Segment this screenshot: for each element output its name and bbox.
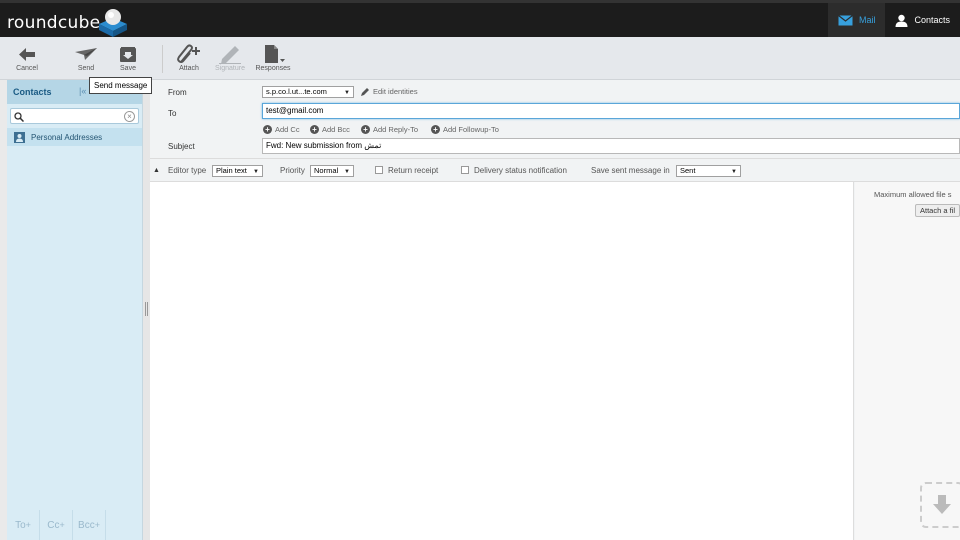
mail-icon [838, 14, 853, 25]
plus-icon: + [431, 125, 440, 134]
add-bcc-link-label: Add Bcc [322, 125, 350, 134]
edit-identities-link[interactable]: Edit identities [361, 87, 418, 96]
nav-mail[interactable]: Mail [827, 3, 886, 37]
add-bcc-link[interactable]: + Add Bcc [310, 125, 350, 134]
clear-search-icon[interactable]: × [124, 111, 135, 122]
collapse-icon[interactable]: |« [79, 86, 86, 96]
editor-type-label: Editor type [168, 166, 207, 175]
responses-icon [265, 45, 285, 63]
addressbook-personal[interactable]: Personal Addresses [7, 128, 142, 146]
edit-identities-label: Edit identities [373, 87, 418, 96]
subject-value: Fwd: New submission from تمش [266, 141, 382, 150]
add-bcc-label: Bcc [78, 519, 95, 531]
nav-mail-label: Mail [858, 15, 876, 25]
attachment-pane: Maximum allowed file s Attach a fil [855, 182, 960, 540]
add-bcc-button[interactable]: Bcc + [73, 510, 106, 540]
plus-icon: + [361, 125, 370, 134]
attach-icon [177, 44, 200, 63]
download-icon [933, 495, 951, 514]
recipient-buttons: To + Cc + Bcc + [7, 510, 143, 540]
add-cc-button[interactable]: Cc + [40, 510, 73, 540]
options-toggle-icon[interactable]: ▲ [153, 167, 160, 174]
logo-text: roundcube [7, 13, 101, 33]
add-followup-to-link[interactable]: + Add Followup-To [431, 125, 499, 134]
responses-label: Responses [255, 65, 291, 72]
add-cc-label: Cc [47, 519, 60, 531]
add-followup-to-label: Add Followup-To [443, 125, 499, 134]
priority-value: Normal [314, 166, 339, 175]
editor-type-select[interactable]: Plain text [212, 165, 263, 177]
add-reply-to-link[interactable]: + Add Reply-To [361, 125, 418, 134]
from-select[interactable]: s.p.co.l.ut...te.com [262, 86, 354, 98]
attach-label: Attach [179, 65, 199, 72]
add-to-button[interactable]: To + [7, 510, 40, 540]
save-button[interactable]: Save [108, 43, 148, 72]
toolbar: Cancel Send Save Attach Signature Respon… [0, 37, 960, 80]
save-sent-label: Save sent message in [591, 166, 670, 175]
return-receipt-label: Return receipt [388, 166, 439, 175]
from-value: s.p.co.l.ut...te.com [266, 87, 327, 96]
top-navigation: Mail Contacts [827, 3, 960, 37]
message-body-editor[interactable] [150, 182, 854, 540]
max-file-size-note: Maximum allowed file s [874, 190, 952, 199]
editor-type-value: Plain text [216, 166, 247, 175]
send-label: Send [77, 65, 95, 72]
contact-search-input[interactable]: × [10, 108, 139, 124]
save-label: Save [120, 65, 136, 72]
cancel-label: Cancel [16, 65, 38, 72]
cancel-icon [19, 47, 35, 61]
nav-contacts-label: Contacts [914, 15, 950, 25]
attach-button[interactable]: Attach [169, 43, 209, 72]
add-reply-to-label: Add Reply-To [373, 125, 419, 134]
addressbook-icon [14, 131, 25, 143]
nav-contacts[interactable]: Contacts [885, 3, 960, 37]
signature-icon [219, 46, 241, 64]
roundcube-logo-icon [99, 9, 127, 37]
add-cc-link-label: Add Cc [275, 125, 300, 134]
compose-area: From s.p.co.l.ut...te.com Edit identitie… [150, 80, 960, 540]
toolbar-separator [162, 45, 163, 73]
add-cc-link[interactable]: + Add Cc [263, 125, 300, 134]
compose-options-bar: ▲ Editor type Plain text Priority Normal… [150, 158, 960, 182]
signature-label: Signature [215, 65, 245, 72]
priority-select[interactable]: Normal [310, 165, 354, 177]
save-icon [120, 46, 136, 62]
subject-input[interactable]: Fwd: New submission from تمش [262, 138, 960, 154]
dsn-checkbox[interactable] [461, 166, 469, 174]
subject-label: Subject [168, 142, 195, 151]
drop-zone[interactable] [920, 482, 960, 528]
send-icon [75, 48, 97, 60]
save-sent-select[interactable]: Sent [676, 165, 741, 177]
plus-icon: + [263, 125, 272, 134]
attach-file-button[interactable]: Attach a fil [915, 204, 960, 217]
addressbook-label: Personal Addresses [31, 132, 103, 142]
pencil-icon [361, 88, 369, 96]
splitter-grip[interactable] [145, 302, 148, 316]
user-icon [895, 14, 908, 27]
priority-label: Priority [280, 166, 305, 175]
logo[interactable]: roundcube [7, 9, 127, 37]
send-button[interactable]: Send [66, 43, 106, 72]
return-receipt-checkbox[interactable] [375, 166, 383, 174]
send-tooltip: Send message [89, 77, 153, 94]
plus-icon: + [310, 125, 319, 134]
responses-button[interactable]: Responses [253, 43, 293, 72]
to-label: To [168, 109, 177, 118]
contacts-sidebar: Contacts |« × Personal Addresses To + Cc +… [7, 80, 143, 540]
signature-button[interactable]: Signature [210, 43, 250, 72]
sidebar-title: Contacts [13, 87, 52, 97]
search-icon [14, 112, 24, 122]
to-input[interactable]: test@gmail.com [262, 103, 960, 119]
save-sent-value: Sent [680, 166, 696, 175]
cancel-button[interactable]: Cancel [7, 43, 47, 72]
pane-splitter[interactable] [143, 80, 150, 540]
top-bar: roundcube Mail Contacts [0, 0, 960, 37]
to-value: test@gmail.com [266, 106, 324, 115]
from-label: From [168, 88, 187, 97]
dsn-label: Delivery status notification [474, 166, 567, 175]
add-to-label: To [15, 519, 26, 531]
